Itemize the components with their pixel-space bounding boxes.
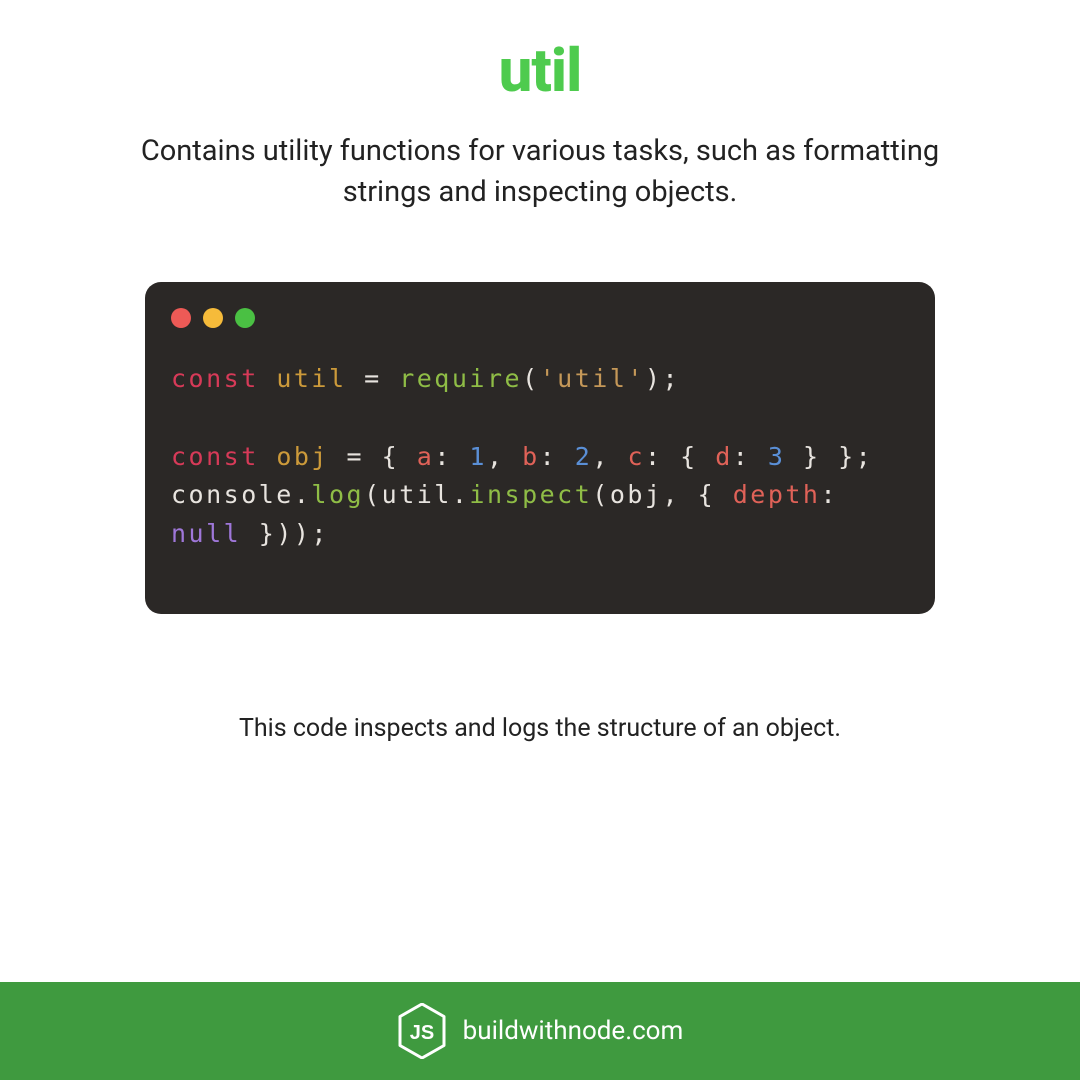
code-token: inspect xyxy=(469,480,592,509)
window-controls xyxy=(171,308,909,328)
code-token: ( xyxy=(364,480,382,509)
code-token: ( xyxy=(592,480,610,509)
footer: JS buildwithnode.com xyxy=(0,982,1080,1080)
footer-site: buildwithnode.com xyxy=(463,1016,684,1046)
code-token: c xyxy=(627,442,645,471)
svg-text:JS: JS xyxy=(409,1022,433,1044)
code-token: ); xyxy=(645,364,680,393)
code-token: 1 xyxy=(469,442,487,471)
code-token: 2 xyxy=(575,442,593,471)
code-token: const xyxy=(171,364,259,393)
code-token: require xyxy=(399,364,522,393)
code-token xyxy=(259,442,277,471)
code-token: , { xyxy=(663,480,733,509)
code-token: depth xyxy=(733,480,821,509)
page-title: util xyxy=(0,0,1080,106)
code-token: 3 xyxy=(768,442,786,471)
code-token: console xyxy=(171,480,294,509)
code-token: } }; xyxy=(785,442,873,471)
code-token: , xyxy=(592,442,627,471)
nodejs-icon: JS xyxy=(397,1003,447,1059)
code-token: util xyxy=(382,480,452,509)
code-token: obj xyxy=(610,480,663,509)
code-token: })); xyxy=(241,519,329,548)
code-block: const util = require('util'); const obj … xyxy=(171,360,909,554)
code-token xyxy=(259,364,277,393)
code-token: b xyxy=(522,442,540,471)
close-icon xyxy=(171,308,191,328)
subtitle: Contains utility functions for various t… xyxy=(0,106,1080,212)
code-token: : xyxy=(540,442,575,471)
code-token: . xyxy=(452,480,470,509)
caption: This code inspects and logs the structur… xyxy=(0,714,1080,743)
code-token: = { xyxy=(329,442,417,471)
code-token: : xyxy=(434,442,469,471)
code-token: : { xyxy=(645,442,715,471)
code-token: , xyxy=(487,442,522,471)
code-token: . xyxy=(294,480,312,509)
code-window: const util = require('util'); const obj … xyxy=(145,282,935,614)
code-token: : xyxy=(733,442,768,471)
code-token: : xyxy=(820,480,855,509)
minimize-icon xyxy=(203,308,223,328)
code-token: null xyxy=(171,519,241,548)
code-token: = xyxy=(347,364,400,393)
code-token: ( xyxy=(522,364,540,393)
code-token: d xyxy=(715,442,733,471)
code-token: a xyxy=(417,442,435,471)
code-token: obj xyxy=(276,442,329,471)
code-token: 'util' xyxy=(540,364,645,393)
maximize-icon xyxy=(235,308,255,328)
code-token: util xyxy=(276,364,346,393)
code-token: log xyxy=(311,480,364,509)
code-token: const xyxy=(171,442,259,471)
